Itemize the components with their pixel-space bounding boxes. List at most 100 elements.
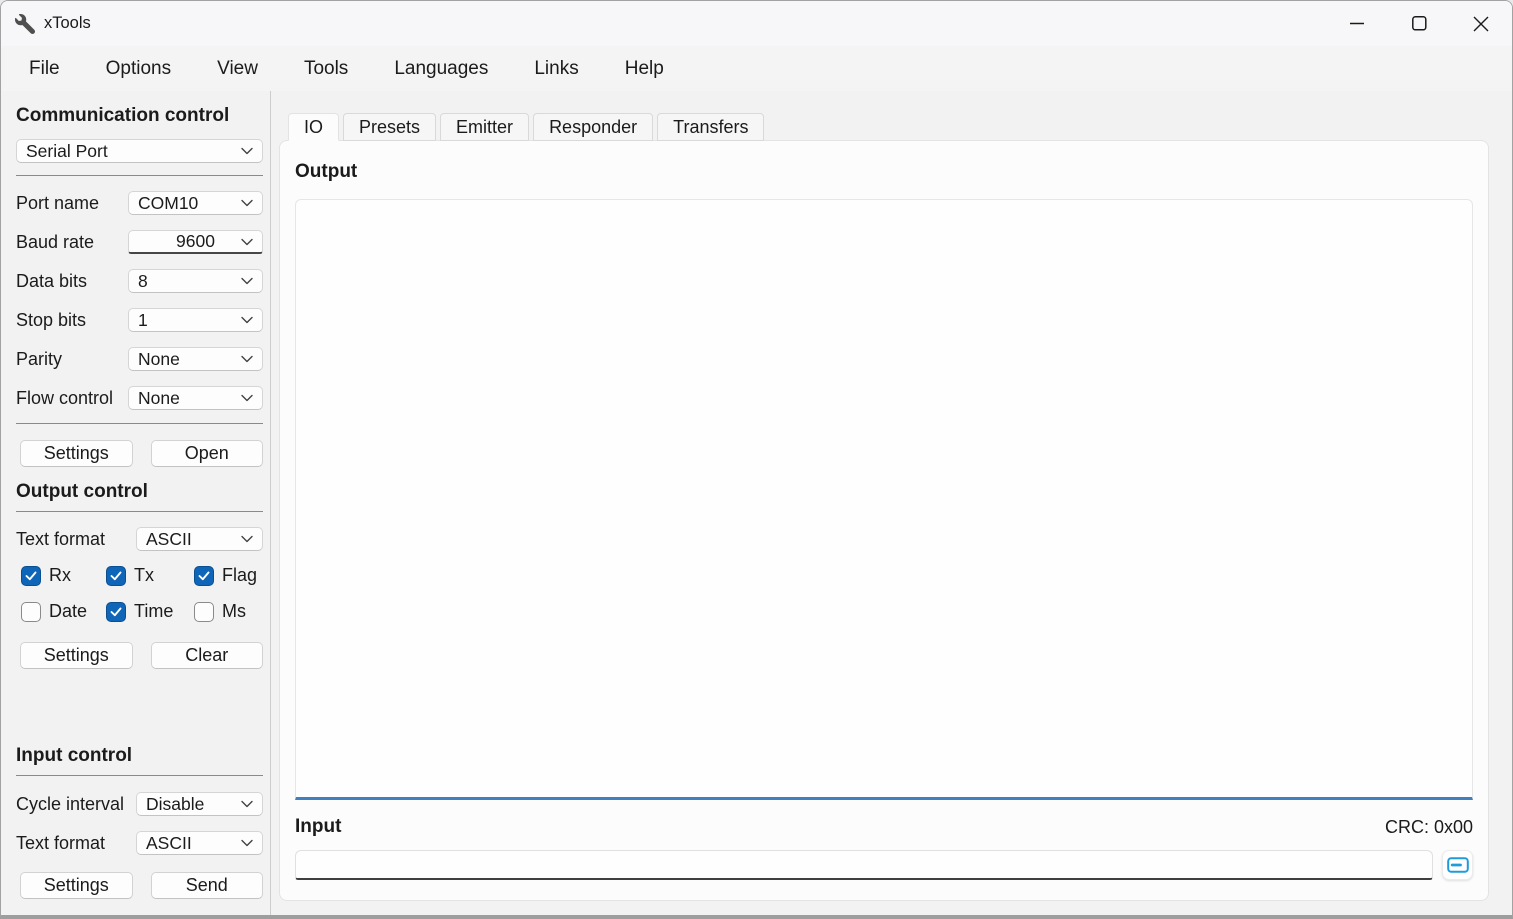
port-name-select[interactable]: COM10 (128, 191, 263, 215)
menu-view[interactable]: View (194, 51, 281, 87)
port-name-label: Port name (16, 193, 128, 214)
checkbox-label: Tx (134, 565, 154, 586)
stop-bits-value: 1 (138, 310, 148, 331)
comm-type-value: Serial Port (26, 141, 108, 162)
menu-tools[interactable]: Tools (281, 51, 371, 87)
cycle-interval-select[interactable]: Disable (136, 792, 263, 816)
input-field[interactable] (295, 850, 1433, 880)
menu-help[interactable]: Help (602, 51, 687, 87)
checkbox-label: Time (134, 601, 173, 622)
baud-rate-label: Baud rate (16, 232, 128, 253)
stop-bits-label: Stop bits (16, 310, 128, 331)
input-text-format-select[interactable]: ASCII (136, 831, 263, 855)
checkbox-box (194, 566, 214, 586)
input-settings-button[interactable]: Settings (20, 872, 133, 899)
text-field-icon (1447, 857, 1469, 873)
check-icon (110, 571, 122, 581)
communication-control-heading: Communication control (16, 105, 263, 127)
tab-transfers[interactable]: Transfers (657, 113, 764, 141)
cycle-interval-value: Disable (146, 794, 204, 815)
output-text-format-value: ASCII (146, 529, 192, 550)
input-format-button[interactable] (1442, 850, 1473, 880)
tx-checkbox[interactable]: Tx (106, 565, 194, 586)
output-text-format-label: Text format (16, 529, 136, 550)
chevron-down-icon (241, 801, 253, 808)
output-clear-button[interactable]: Clear (151, 642, 264, 669)
menu-languages[interactable]: Languages (371, 51, 511, 87)
separator (16, 175, 263, 176)
chevron-down-icon (241, 356, 253, 363)
check-icon (25, 571, 37, 581)
cycle-interval-label: Cycle interval (16, 794, 136, 815)
baud-rate-value: 9600 (176, 231, 215, 252)
maximize-icon (1412, 16, 1427, 31)
flow-control-label: Flow control (16, 388, 128, 409)
chevron-down-icon (241, 200, 253, 207)
chevron-down-icon (241, 395, 253, 402)
menu-options[interactable]: Options (83, 51, 194, 87)
checkbox-label: Rx (49, 565, 71, 586)
flow-control-select[interactable]: None (128, 386, 263, 410)
flow-control-value: None (138, 388, 180, 409)
input-text-format-label: Text format (16, 833, 136, 854)
output-settings-button[interactable]: Settings (20, 642, 133, 669)
data-bits-label: Data bits (16, 271, 128, 292)
chevron-down-icon (241, 278, 253, 285)
comm-open-button[interactable]: Open (151, 440, 264, 467)
comm-type-select[interactable]: Serial Port (16, 139, 263, 163)
minimize-button[interactable] (1326, 1, 1388, 46)
parity-value: None (138, 349, 180, 370)
io-tab-pane: Output Input CRC: 0x00 (279, 140, 1489, 901)
parity-select[interactable]: None (128, 347, 263, 371)
menu-file[interactable]: File (6, 51, 83, 87)
input-send-button[interactable]: Send (151, 872, 264, 899)
check-icon (198, 571, 210, 581)
chevron-down-icon (241, 148, 253, 155)
output-text-format-select[interactable]: ASCII (136, 527, 263, 551)
chevron-down-icon (241, 840, 253, 847)
baud-rate-combobox[interactable]: 9600 (128, 230, 263, 254)
tab-io[interactable]: IO (288, 113, 339, 141)
data-bits-select[interactable]: 8 (128, 269, 263, 293)
check-icon (110, 607, 122, 617)
input-control-heading: Input control (16, 745, 263, 767)
checkbox-box (21, 566, 41, 586)
rx-checkbox[interactable]: Rx (21, 565, 106, 586)
checkbox-label: Date (49, 601, 87, 622)
checkbox-label: Ms (222, 601, 246, 622)
crc-value: CRC: 0x00 (1385, 817, 1473, 838)
port-name-value: COM10 (138, 193, 198, 214)
separator (16, 775, 263, 776)
comm-settings-button[interactable]: Settings (20, 440, 133, 467)
close-icon (1473, 16, 1489, 32)
window-controls (1326, 1, 1512, 46)
menubar: File Options View Tools Languages Links … (1, 46, 1512, 91)
data-bits-value: 8 (138, 271, 148, 292)
tab-presets[interactable]: Presets (343, 113, 436, 141)
separator (16, 423, 263, 424)
stop-bits-select[interactable]: 1 (128, 308, 263, 332)
output-control-heading: Output control (16, 481, 263, 503)
input-text-format-value: ASCII (146, 833, 192, 854)
date-checkbox[interactable]: Date (21, 601, 106, 622)
chevron-down-icon (241, 317, 253, 324)
tab-emitter[interactable]: Emitter (440, 113, 529, 141)
tab-responder[interactable]: Responder (533, 113, 653, 141)
checkbox-box (106, 602, 126, 622)
ms-checkbox[interactable]: Ms (194, 601, 246, 622)
checkbox-label: Flag (222, 565, 257, 586)
close-button[interactable] (1450, 1, 1512, 46)
flag-checkbox[interactable]: Flag (194, 565, 257, 586)
input-heading: Input (295, 816, 341, 838)
output-heading: Output (295, 161, 1473, 183)
maximize-button[interactable] (1388, 1, 1450, 46)
checkbox-box (194, 602, 214, 622)
menu-links[interactable]: Links (511, 51, 601, 87)
checkbox-box (106, 566, 126, 586)
output-textarea[interactable] (295, 199, 1473, 800)
app-window: xTools File Options View Tools Languages… (0, 0, 1513, 919)
main-area: IO Presets Emitter Responder Transfers O… (271, 91, 1512, 915)
chevron-down-icon (241, 536, 253, 543)
chevron-down-icon (241, 238, 253, 245)
time-checkbox[interactable]: Time (106, 601, 194, 622)
